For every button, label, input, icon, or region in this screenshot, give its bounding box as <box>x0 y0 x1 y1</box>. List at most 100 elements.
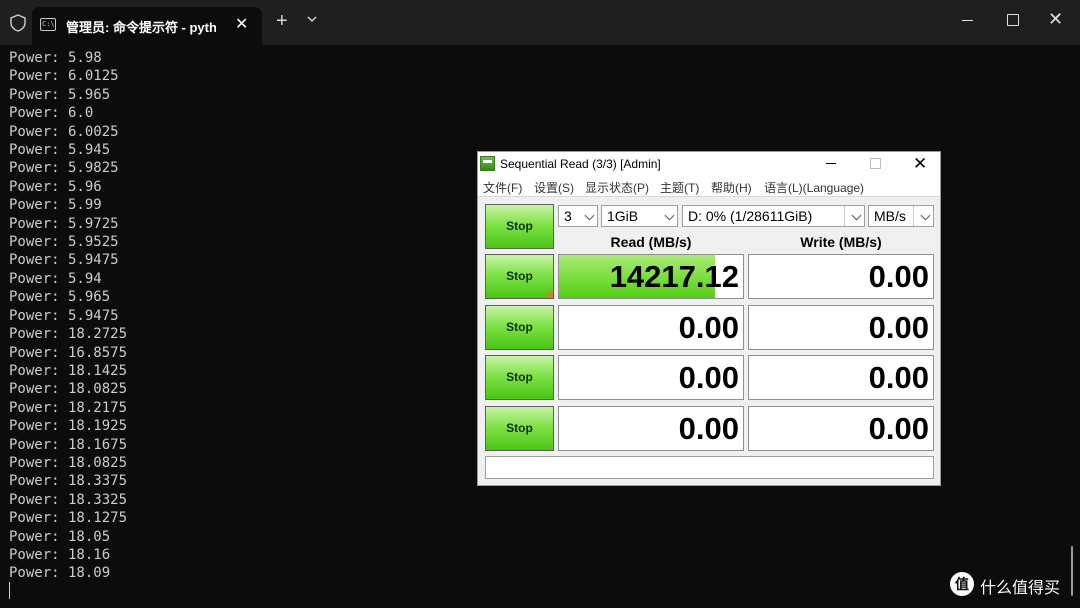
close-icon[interactable]: ✕ <box>1048 9 1063 30</box>
write-result-4: 0.00 <box>748 406 934 451</box>
watermark-text: 什么值得买 <box>980 580 1061 597</box>
console-line: Power: 18.3325 <box>9 491 128 508</box>
maximize-icon[interactable] <box>1007 14 1019 26</box>
console-line: Power: 18.2725 <box>9 326 128 343</box>
read-value-2: 0.00 <box>678 310 739 345</box>
console-line: Power: 18.1925 <box>9 418 128 435</box>
console-line: Power: 5.99 <box>9 197 102 214</box>
combo-divider <box>913 206 914 226</box>
stop-label: Stop <box>506 421 533 435</box>
console-line: Power: 5.9475 <box>9 307 119 324</box>
console-line: Power: 6.0125 <box>9 68 119 85</box>
console-line: Power: 5.9725 <box>9 215 119 232</box>
write-value-3: 0.00 <box>868 360 929 395</box>
stop-all-button[interactable]: Stop <box>485 204 554 249</box>
console-line: Power: 18.0825 <box>9 454 128 471</box>
console-line: Power: 18.09 <box>9 565 111 582</box>
read-header: Read (MB/s) <box>610 234 692 250</box>
plus-icon[interactable]: + <box>276 10 288 32</box>
console-line: Power: 16.8575 <box>9 344 128 361</box>
stop-label: Stop <box>506 320 533 334</box>
menu-display-status[interactable]: 显示状态(P) <box>585 179 649 196</box>
write-value-1: 0.00 <box>868 259 929 294</box>
chevron-down-icon <box>851 210 862 221</box>
console-line: Power: 5.9825 <box>9 160 119 177</box>
close-icon[interactable]: ✕ <box>913 154 927 174</box>
stop-label: Stop <box>506 269 533 283</box>
console-line: Power: 18.0825 <box>9 381 128 398</box>
console-line: Power: 5.965 <box>9 86 111 103</box>
console-line: Power: 18.16 <box>9 546 111 563</box>
stop-test-3-button[interactable]: Stop <box>485 355 554 400</box>
menu-settings[interactable]: 设置(S) <box>534 179 574 196</box>
cdm-titlebar[interactable]: Sequential Read (3/3) [Admin] ✕ <box>478 152 940 176</box>
write-result-3: 0.00 <box>748 355 934 400</box>
stop-test-1-button[interactable]: Stop <box>485 254 554 299</box>
menu-help[interactable]: 帮助(H) <box>711 179 752 196</box>
test-size-select[interactable]: 1GiB <box>601 205 678 227</box>
menu-bar: 文件(F) 设置(S) 显示状态(P) 主题(T) 帮助(H) 语言(L)(La… <box>478 178 940 197</box>
console-line: Power: 18.1275 <box>9 510 128 527</box>
stop-test-4-button[interactable]: Stop <box>485 406 554 451</box>
chevron-down-icon <box>664 210 675 221</box>
minimize-icon[interactable] <box>962 20 973 21</box>
scrollbar[interactable] <box>1071 546 1073 596</box>
crystaldiskmark-window: Sequential Read (3/3) [Admin] ✕ 文件(F) 设置… <box>477 151 941 486</box>
read-value-4: 0.00 <box>678 411 739 446</box>
tab-title: 管理员: 命令提示符 - python p <box>66 20 216 35</box>
read-result-3: 0.00 <box>558 355 744 400</box>
combo-divider <box>844 206 845 226</box>
unit-select[interactable]: MB/s <box>868 205 934 227</box>
drive-select[interactable]: D: 0% (1/28611GiB) <box>682 205 865 227</box>
write-header: Write (MB/s) <box>800 234 882 250</box>
console-line: Power: 5.96 <box>9 178 102 195</box>
write-value-2: 0.00 <box>868 310 929 345</box>
maximize-icon <box>870 158 881 169</box>
comment-box[interactable] <box>485 456 934 479</box>
write-result-1: 0.00 <box>748 254 934 299</box>
console-line: Power: 5.98 <box>9 50 102 66</box>
test-size-value: 1GiB <box>607 208 639 224</box>
read-value-3: 0.00 <box>678 360 739 395</box>
console-line: Power: 18.2175 <box>9 399 128 416</box>
read-result-2: 0.00 <box>558 305 744 350</box>
terminal-icon: C:\ <box>40 18 56 31</box>
console-line: Power: 6.0 <box>9 105 94 122</box>
console-line: Power: 5.945 <box>9 142 111 159</box>
console-line: Power: 5.965 <box>9 289 111 306</box>
console-line: Power: 6.0025 <box>9 123 119 140</box>
cdm-window-title: Sequential Read (3/3) [Admin] <box>500 157 661 171</box>
unit-value: MB/s <box>874 208 906 224</box>
write-result-2: 0.00 <box>748 305 934 350</box>
console-line: Power: 5.9525 <box>9 234 119 251</box>
console-line: Power: 18.3375 <box>9 473 128 490</box>
app-icon <box>480 156 495 171</box>
chevron-down-icon <box>584 210 595 221</box>
console-line: Power: 18.1675 <box>9 436 128 453</box>
chevron-down-icon[interactable] <box>306 13 318 25</box>
menu-theme[interactable]: 主题(T) <box>660 179 699 196</box>
stop-label: Stop <box>506 219 533 233</box>
terminal-tabbar: C:\ 管理员: 命令提示符 - python p ✕ + ✕ <box>0 0 1080 45</box>
menu-language[interactable]: 语言(L)(Language) <box>764 179 864 196</box>
read-value-1: 14217.12 <box>609 259 739 294</box>
stop-test-2-button[interactable]: Stop <box>485 305 554 350</box>
watermark-logo: 值 <box>950 572 974 596</box>
console-output: Power: 5.98 Power: 6.0125 Power: 5.965 Powe… <box>9 49 127 583</box>
read-result-4: 0.00 <box>558 406 744 451</box>
write-value-4: 0.00 <box>868 411 929 446</box>
console-line: Power: 18.1425 <box>9 362 128 379</box>
minimize-icon[interactable] <box>826 163 836 164</box>
console-line: Power: 5.9475 <box>9 252 119 269</box>
text-cursor <box>9 582 10 599</box>
read-result-1: 14217.12 <box>558 254 744 299</box>
shield-icon <box>10 14 26 32</box>
menu-file[interactable]: 文件(F) <box>483 179 522 196</box>
chevron-down-icon <box>920 210 931 221</box>
tab-command-prompt[interactable]: C:\ 管理员: 命令提示符 - python p ✕ <box>32 7 262 45</box>
test-count-select[interactable]: 3 <box>558 205 598 227</box>
drive-value: D: 0% (1/28611GiB) <box>688 208 813 224</box>
test-count-value: 3 <box>564 208 572 224</box>
cdm-body: Stop 3 1GiB D: 0% (1/28611GiB) MB/s Read… <box>478 197 940 485</box>
close-tab-icon[interactable]: ✕ <box>235 14 248 34</box>
